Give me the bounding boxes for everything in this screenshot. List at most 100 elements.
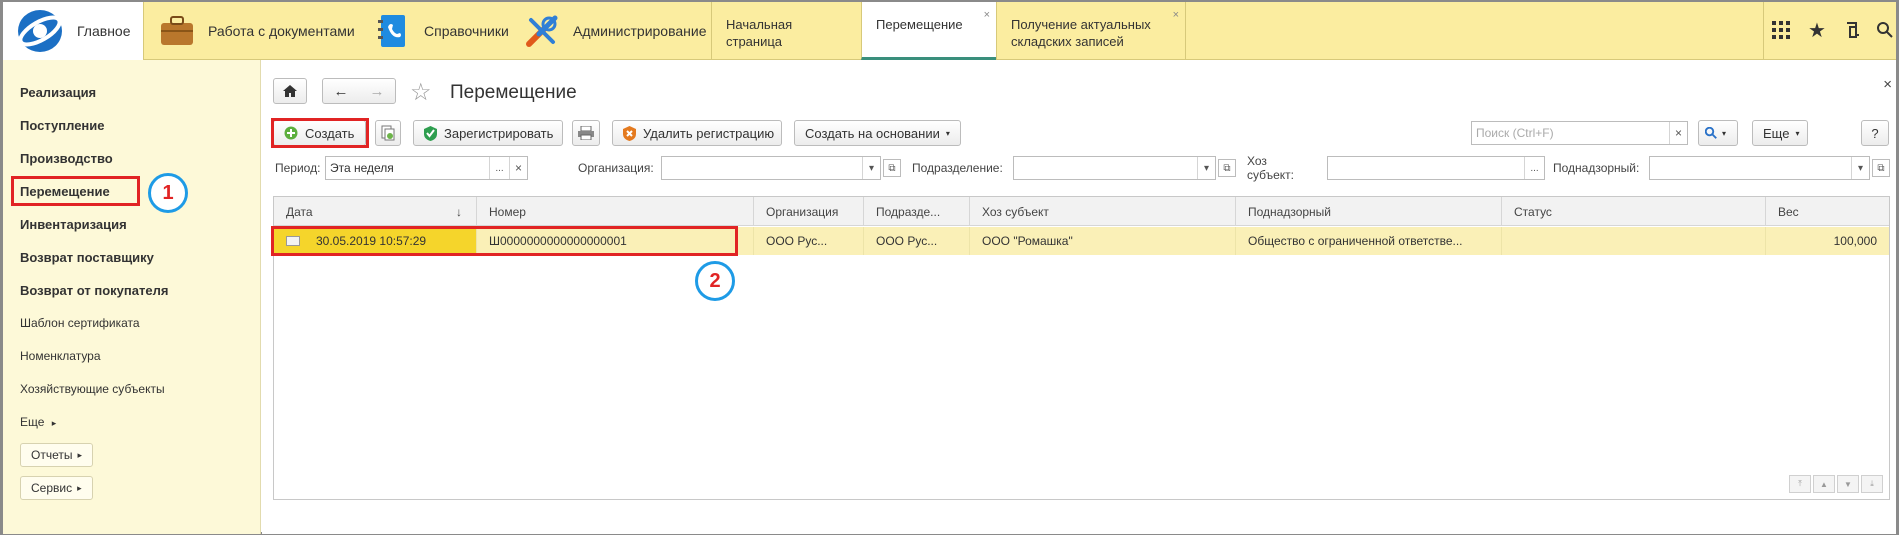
star-icon[interactable]: ★: [1805, 18, 1829, 42]
chevron-down-icon: ▾: [1722, 128, 1727, 138]
scroll-down-icon[interactable]: ▼: [1837, 475, 1859, 493]
sidebar-item-inventory[interactable]: Инвентаризация: [20, 217, 127, 232]
section-documents[interactable]: Работа с документами: [144, 2, 355, 60]
history-icon[interactable]: [1841, 18, 1865, 42]
tab-label: Получение актуальных складских записей: [1011, 17, 1151, 49]
tab-warehouse-records[interactable]: Получение актуальных складских записей ×: [996, 2, 1186, 60]
search-options-button[interactable]: ▾: [1698, 120, 1738, 146]
section-documents-label: Работа с документами: [208, 23, 355, 39]
cell-subject[interactable]: ООО "Ромашка": [970, 227, 1236, 255]
sidebar-item-receipt[interactable]: Поступление: [20, 118, 105, 133]
tab-home-page[interactable]: Начальная страница: [711, 2, 861, 60]
register-button[interactable]: Зарегистрировать: [413, 120, 563, 146]
scroll-buttons: ⤒ ▲ ▼ ⤓: [1789, 475, 1883, 493]
scroll-up-icon[interactable]: ▲: [1813, 475, 1835, 493]
sidebar-item-production[interactable]: Производство: [20, 151, 113, 166]
more-label: Еще: [1763, 125, 1790, 141]
column-organization[interactable]: Организация: [754, 197, 864, 226]
chevron-down-icon[interactable]: ▾: [862, 157, 880, 179]
subject-select-button[interactable]: ...: [1524, 157, 1544, 179]
shield-cancel-icon: [623, 125, 636, 141]
subject-label: Хоз субъект:: [1247, 154, 1294, 182]
chevron-down-icon: ▾: [1795, 128, 1800, 138]
printer-icon: [578, 126, 594, 140]
clear-search-icon[interactable]: ×: [1669, 122, 1687, 144]
sidebar-item-return-supplier[interactable]: Возврат поставщику: [20, 250, 154, 265]
scroll-bottom-icon[interactable]: ⤓: [1861, 475, 1883, 493]
form-area: ← → ☆ Перемещение × Создать Зарегистриро…: [262, 60, 1896, 534]
section-references[interactable]: Справочники: [360, 2, 509, 60]
delete-registration-button[interactable]: Удалить регистрацию: [612, 120, 782, 146]
app-logo-icon: [15, 6, 65, 56]
page-title: Перемещение: [450, 82, 577, 103]
period-field[interactable]: Эта неделя ... ×: [325, 156, 528, 180]
search-icon[interactable]: [1873, 18, 1897, 42]
tab-transfer[interactable]: Перемещение ×: [861, 2, 996, 60]
column-department[interactable]: Подразде...: [864, 197, 970, 226]
column-status[interactable]: Статус: [1502, 197, 1766, 226]
cell-weight[interactable]: 100,000: [1766, 227, 1891, 255]
more-button[interactable]: Еще ▾: [1752, 120, 1808, 146]
more-label: Еще: [20, 415, 45, 429]
close-icon[interactable]: ×: [1173, 7, 1179, 24]
apps-grid-icon[interactable]: [1769, 18, 1793, 42]
register-label: Зарегистрировать: [444, 125, 554, 141]
help-button[interactable]: ?: [1861, 120, 1889, 146]
column-number[interactable]: Номер: [477, 197, 754, 226]
supervised-field[interactable]: ▾: [1649, 156, 1870, 180]
cell-supervised[interactable]: Общество с ограниченной ответстве...: [1236, 227, 1502, 255]
print-button[interactable]: [572, 120, 600, 146]
section-main[interactable]: Главное: [3, 2, 143, 60]
home-button[interactable]: [273, 78, 307, 104]
period-value: Эта неделя: [330, 161, 394, 175]
organization-label: Организация:: [578, 161, 654, 175]
home-icon: [283, 85, 297, 97]
search-input[interactable]: Поиск (Ctrl+F) ×: [1471, 121, 1688, 145]
sidebar-item-certificate-template[interactable]: Шаблон сертификата: [20, 316, 140, 330]
scroll-top-icon[interactable]: ⤒: [1789, 475, 1811, 493]
cell-status[interactable]: [1502, 227, 1766, 255]
sidebar-item-sales[interactable]: Реализация: [20, 85, 96, 100]
period-label: Период:: [275, 161, 321, 175]
cell-organization[interactable]: ООО Рус...: [754, 227, 864, 255]
back-arrow-icon[interactable]: ←: [334, 83, 349, 100]
period-clear-icon[interactable]: ×: [509, 157, 527, 179]
sidebar-item-nomenclature[interactable]: Номенклатура: [20, 349, 101, 363]
organization-field[interactable]: ▾: [661, 156, 881, 180]
column-date[interactable]: Дата ↓: [274, 197, 477, 226]
column-weight[interactable]: Вес: [1766, 197, 1891, 226]
create-based-on-button[interactable]: Создать на основании ▾: [794, 120, 961, 146]
sidebar-item-more[interactable]: Еще ▸: [20, 415, 56, 429]
subject-field[interactable]: ...: [1327, 156, 1545, 180]
favorite-star-icon[interactable]: ☆: [410, 78, 432, 107]
column-supervised[interactable]: Поднадзорный: [1236, 197, 1502, 226]
forward-arrow-icon[interactable]: →: [370, 83, 385, 100]
delete-registration-label: Удалить регистрацию: [643, 125, 775, 141]
sidebar-item-business-entities[interactable]: Хозяйствующие субъекты: [20, 382, 165, 396]
close-icon[interactable]: ×: [984, 7, 990, 24]
cell-department[interactable]: ООО Рус...: [864, 227, 970, 255]
service-button[interactable]: Сервис ▸: [20, 476, 93, 500]
section-references-label: Справочники: [424, 23, 509, 39]
highlight-box-1: [11, 176, 140, 206]
open-department-icon[interactable]: ⧉: [1218, 159, 1236, 177]
copy-button[interactable]: [375, 120, 401, 146]
annotation-badge-2: 2: [695, 261, 735, 301]
app-window: Главное Работа с документами Справочники…: [0, 0, 1899, 535]
address-book-icon: [376, 14, 410, 48]
department-field[interactable]: ▾: [1013, 156, 1216, 180]
department-label: Подразделение:: [912, 161, 1003, 175]
chevron-down-icon[interactable]: ▾: [1851, 157, 1869, 179]
section-admin[interactable]: Администрирование: [509, 2, 707, 60]
search-placeholder: Поиск (Ctrl+F): [1476, 126, 1554, 140]
arrow-right-icon: ▸: [77, 482, 82, 493]
period-select-button[interactable]: ...: [489, 157, 509, 179]
open-supervised-icon[interactable]: ⧉: [1872, 159, 1890, 177]
reports-button[interactable]: Отчеты ▸: [20, 443, 94, 467]
shield-check-icon: [424, 125, 437, 141]
chevron-down-icon[interactable]: ▾: [1197, 157, 1215, 179]
close-form-icon[interactable]: ×: [1883, 76, 1892, 93]
open-organization-icon[interactable]: ⧉: [883, 159, 901, 177]
sidebar-item-return-customer[interactable]: Возврат от покупателя: [20, 283, 168, 298]
column-subject[interactable]: Хоз субъект: [970, 197, 1236, 226]
